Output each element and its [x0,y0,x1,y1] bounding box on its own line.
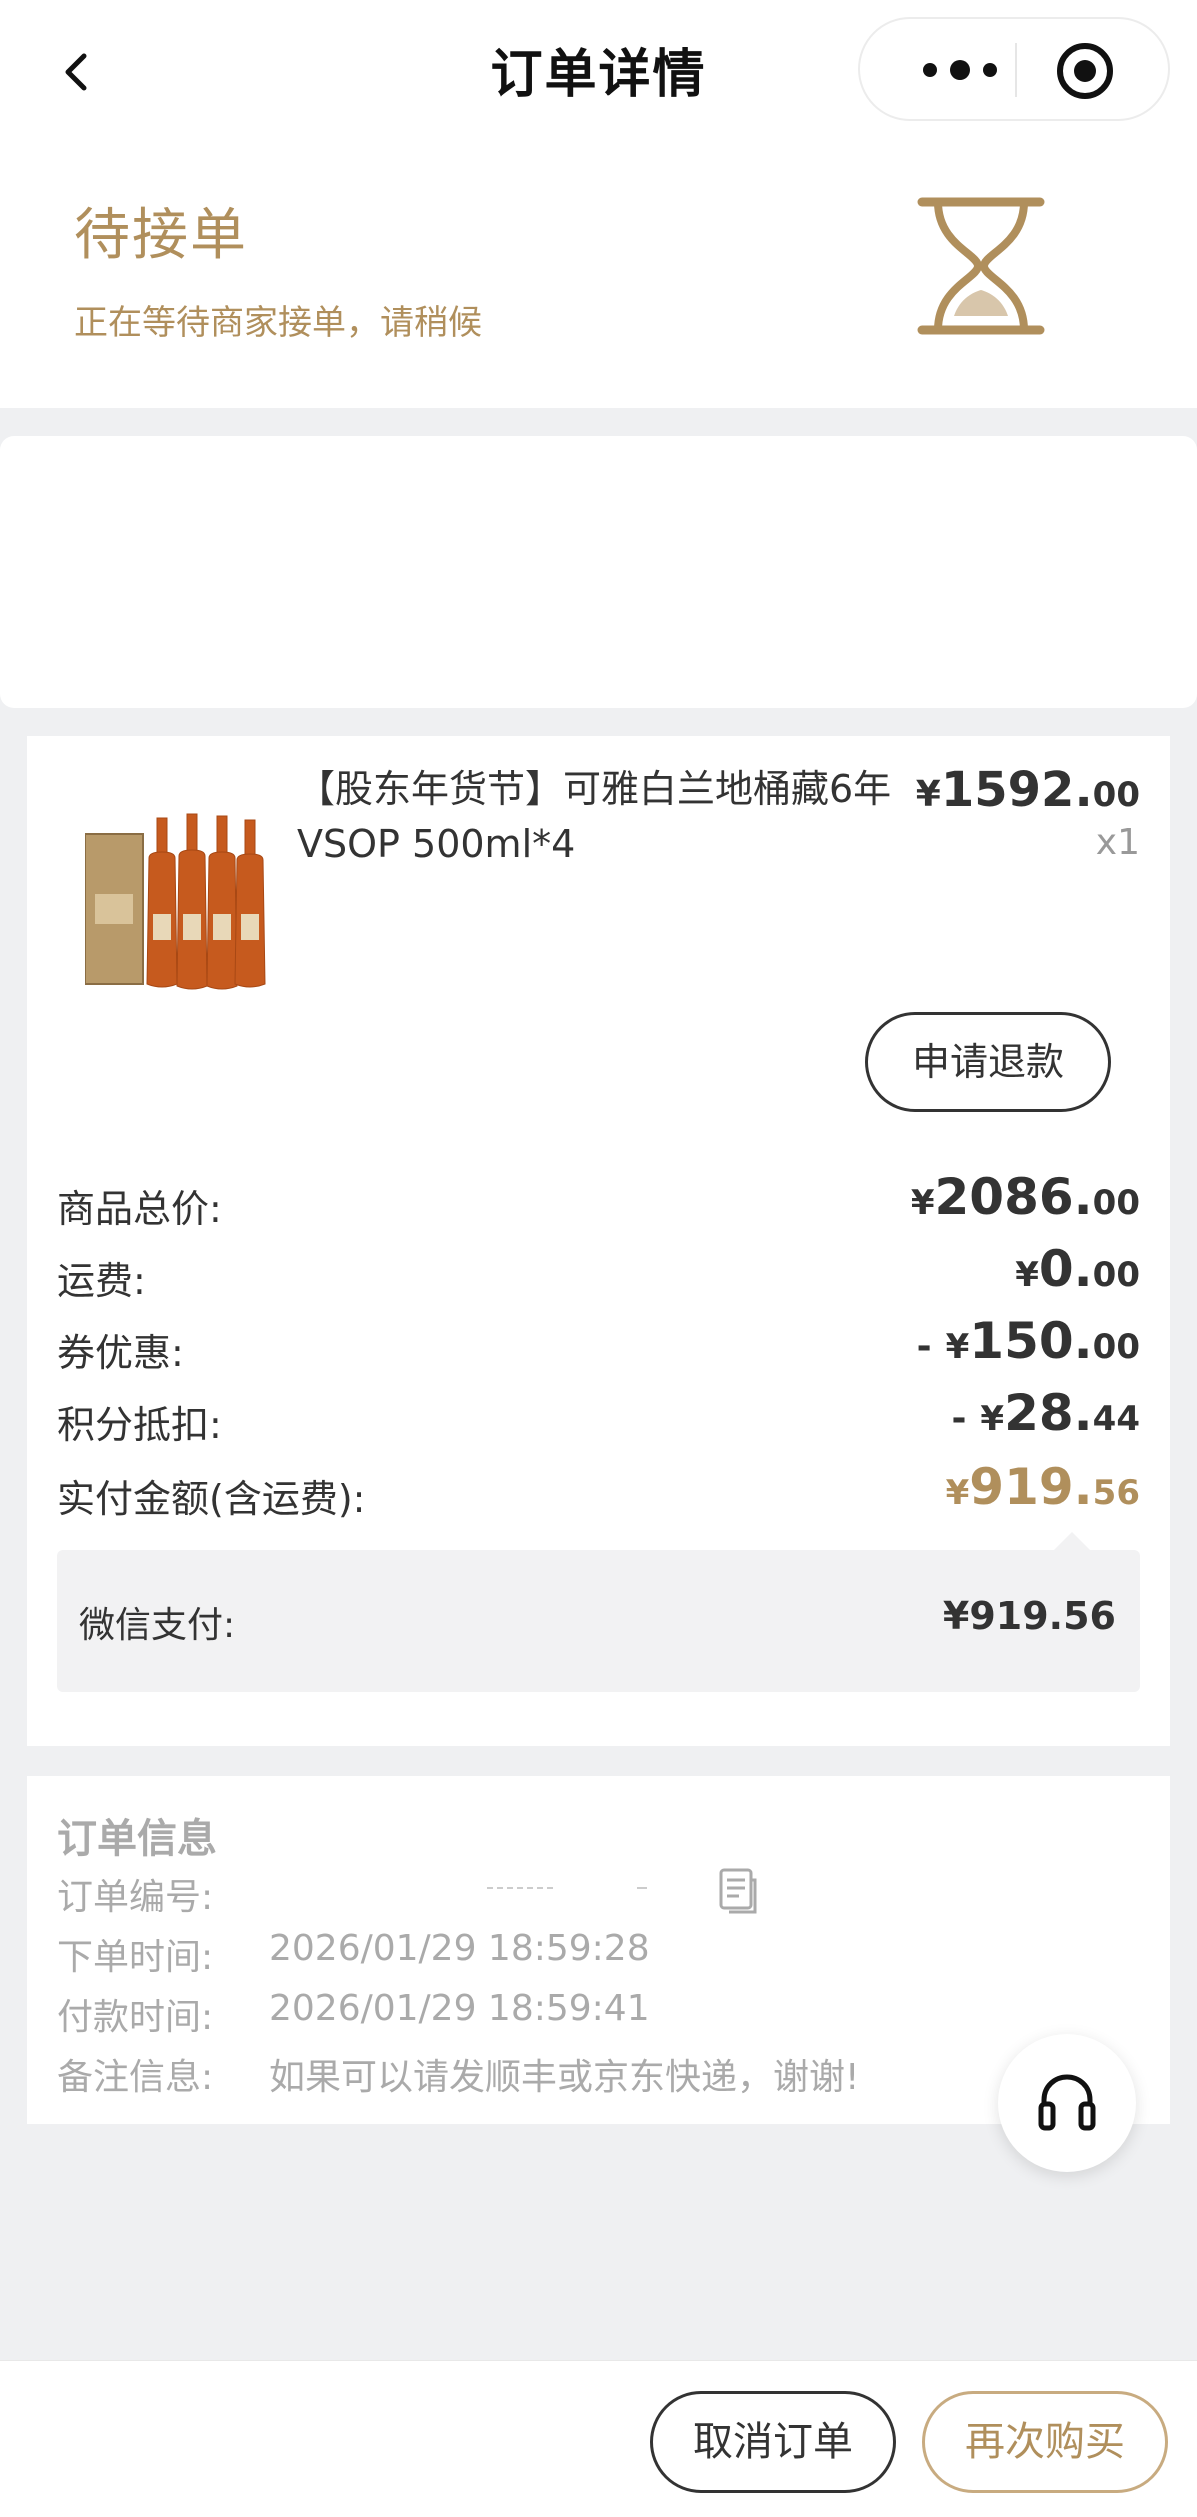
buy-again-button[interactable]: 再次购买 [922,2391,1168,2493]
more-dots-icon[interactable] [910,53,1010,87]
fee-integer: 919. [969,1458,1093,1516]
masked-order-number [487,1887,647,1889]
fee-value: - ¥150.00 [917,1312,1140,1370]
currency-symbol: ¥ [1015,1255,1039,1295]
fee-integer: 28. [1004,1384,1093,1442]
order-info-title: 订单信息 [57,1816,217,1862]
status-description: 正在等待商家接单，请稍候 [74,303,482,343]
product-price: ¥1592.00 [916,762,1140,818]
cancel-order-button[interactable]: 取消订单 [650,2391,896,2493]
fee-integer: 0. [1038,1240,1093,1298]
customer-service-button[interactable] [998,2034,1136,2172]
fee-value: - ¥28.44 [951,1384,1140,1442]
info-label: 备注信息: [57,2057,214,2098]
fee-label: 券优惠: [57,1331,184,1375]
fee-row-shipping: 运费: ¥0.00 [57,1240,1140,1306]
info-value: 2026/01/29 18:59:41 [269,1988,650,2029]
capsule-divider [1015,43,1017,97]
target-close-icon[interactable] [1055,41,1115,101]
currency-symbol: ¥ [915,774,941,815]
fee-label: 实付金额(含运费): [57,1477,366,1521]
info-label: 付款时间: [57,1997,214,2038]
payment-label: 微信支付: [79,1605,236,1646]
currency-symbol: ¥ [910,1183,935,1223]
order-status-section: 待接单 正在等待商家接单，请稍候 [0,150,1197,408]
pointer-triangle [1054,1532,1090,1550]
info-value: 如果可以请发顺丰或京东快递，谢谢! [269,2057,860,2098]
fee-row-coupon: 券优惠: - ¥150.00 [57,1312,1140,1378]
product-quantity: x1 [1095,822,1140,863]
fee-label: 运费: [57,1259,146,1303]
fee-decimal: 00 [1092,1255,1140,1295]
info-value: 2026/01/29 18:59:28 [269,1928,650,1969]
fee-decimal: 00 [1092,1327,1140,1367]
payment-method-box: 微信支付: ¥919.56 [57,1532,1140,1692]
fee-value: ¥919.56 [946,1458,1140,1516]
fee-label: 积分抵扣: [57,1403,222,1447]
address-card[interactable] [0,436,1197,708]
order-detail-page: 订单详情 待接单 正在等待商家接单，请稍候 【股东年货节】可雅白兰地桶藏6年VS… [0,0,1197,2517]
fee-decimal: 00 [1092,1183,1140,1223]
copy-icon[interactable] [717,1866,759,1914]
payment-amount: ¥919.56 [942,1594,1116,1638]
price-integer: 1592. [940,762,1093,818]
minus-sign: - [916,1326,932,1367]
mini-program-capsule [858,17,1170,121]
hourglass-icon [916,194,1046,338]
currency-symbol: ¥ [945,1327,970,1367]
status-title: 待接单 [74,203,248,268]
fee-row-goods-total: 商品总价: ¥2086.00 [57,1168,1140,1234]
fee-row-paid-total: 实付金额(含运费): ¥919.56 [57,1458,1140,1524]
currency-symbol: ¥ [945,1473,970,1513]
fee-decimal: 56 [1092,1473,1140,1513]
fee-value: ¥0.00 [1015,1240,1140,1298]
info-label: 订单编号: [57,1877,214,1918]
bottom-action-bar: 取消订单 再次购买 [0,2360,1197,2517]
fee-value: ¥2086.00 [911,1168,1140,1226]
fee-integer: 150. [969,1312,1093,1370]
fee-label: 商品总价: [57,1187,222,1231]
order-info-card: 订单信息 订单编号: 下单时间: 2026/01/29 18:59:28 付款时… [27,1776,1170,2124]
fee-row-points: 积分抵扣: - ¥28.44 [57,1384,1140,1450]
product-name[interactable]: 【股东年货节】可雅白兰地桶藏6年VSOP 500ml*4 [297,762,947,872]
price-decimal: 00 [1092,775,1140,815]
product-image[interactable] [84,804,275,1004]
headset-icon [1038,2074,1096,2131]
apply-refund-button[interactable]: 申请退款 [865,1012,1111,1112]
info-label: 下单时间: [57,1937,214,1978]
goods-card: 【股东年货节】可雅白兰地桶藏6年VSOP 500ml*4 ¥1592.00 x1… [27,736,1170,1746]
currency-symbol: ¥ [980,1399,1005,1439]
fee-integer: 2086. [934,1168,1093,1226]
minus-sign: - [951,1398,967,1439]
fee-decimal: 44 [1092,1399,1140,1439]
nav-bar: 订单详情 [0,0,1197,150]
